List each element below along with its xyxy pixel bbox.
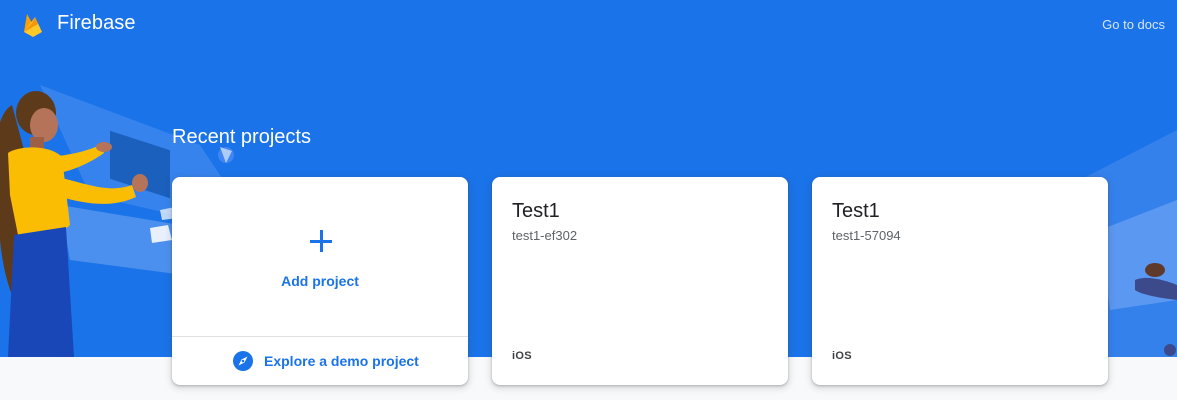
project-card[interactable]: Test1 test1-ef302 iOS [492,177,788,385]
go-to-docs-link[interactable]: Go to docs [1102,17,1165,32]
project-id: test1-57094 [832,228,901,243]
project-card[interactable]: Test1 test1-57094 iOS [812,177,1108,385]
platform-badge-ios: iOS [512,350,532,362]
plus-icon [309,229,333,253]
platform-badge-ios: iOS [832,350,852,362]
project-name: Test1 [832,200,880,222]
add-project-button[interactable]: Add project [172,177,468,336]
add-project-label: Add project [281,273,359,289]
project-id: test1-ef302 [512,228,578,243]
recent-projects-title: Recent projects [172,126,311,148]
compass-icon [233,351,253,371]
explore-demo-project-button[interactable]: Explore a demo project [172,337,468,385]
firebase-flame-icon[interactable] [22,12,44,38]
brand-name[interactable]: Firebase [57,12,136,35]
project-name: Test1 [512,200,560,222]
add-project-card: Add project Explore a demo project [172,177,468,385]
explore-demo-label: Explore a demo project [264,353,419,369]
top-bar: Firebase Go to docs [0,0,1177,52]
